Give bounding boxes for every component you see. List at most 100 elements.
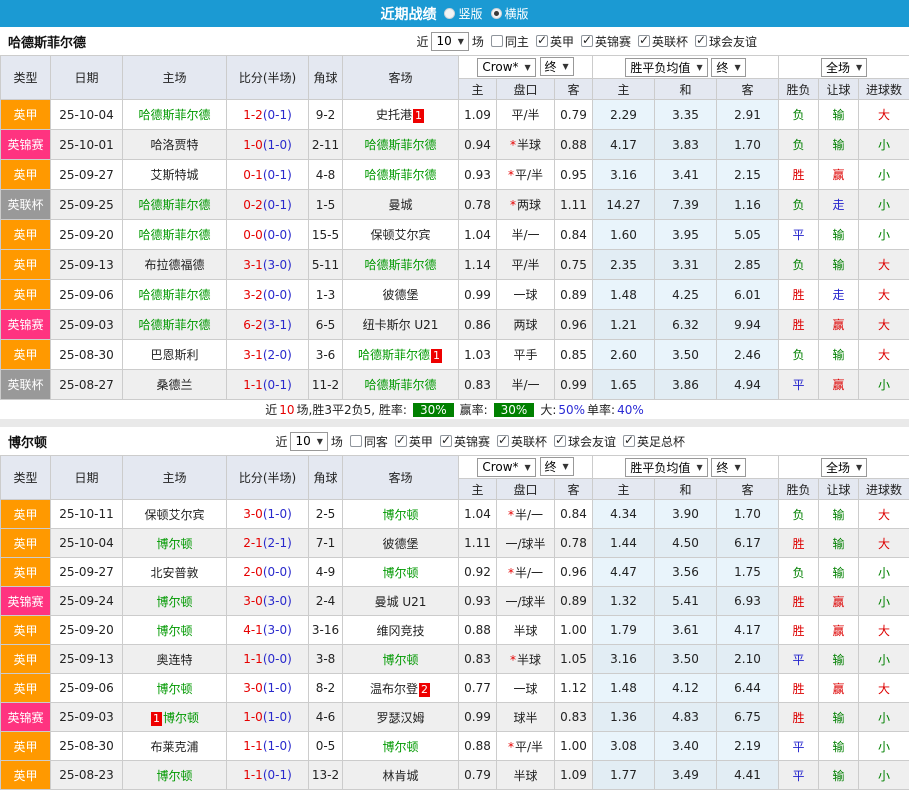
mean-away: 2.85 (717, 250, 779, 280)
full-score: 6-2 (243, 318, 263, 332)
league-checkbox-2[interactable]: 英联杯 (638, 33, 688, 50)
team-name: 巴恩斯利 (150, 348, 198, 362)
league-checkbox-1[interactable]: 英锦赛 (581, 33, 631, 50)
half-score: (0-1) (263, 378, 292, 392)
company-select[interactable]: Crow*▼ (477, 458, 535, 477)
mean-select[interactable]: 胜平负均值▼ (625, 458, 707, 477)
league-label: 英足总杯 (637, 433, 685, 450)
final-odds-select[interactable]: 终▼ (540, 57, 574, 76)
mean-away: 6.44 (717, 674, 779, 703)
filter-bar: 近10▼场同主英甲英锦赛英联杯球会友谊 (416, 32, 757, 51)
match-date: 25-10-04 (51, 529, 123, 558)
team-name: 桑德兰 (156, 378, 192, 392)
goals-result: 大 (859, 500, 909, 529)
mean-away: 6.01 (717, 280, 779, 310)
mean-select[interactable]: 胜平负均值▼ (625, 58, 707, 77)
league-checkbox-2[interactable]: 英联杯 (497, 433, 547, 450)
corner-score: 15-5 (309, 220, 343, 250)
league-checkbox-1[interactable]: 英锦赛 (440, 433, 490, 450)
odds-away: 0.88 (555, 130, 593, 160)
away-team: 博尔顿 (343, 500, 459, 529)
mean-away: 6.17 (717, 529, 779, 558)
league-checkbox-0[interactable]: 英甲 (536, 33, 574, 50)
star-icon: * (508, 740, 514, 754)
match-date: 25-09-20 (51, 616, 123, 645)
wdl-result: 负 (779, 100, 819, 130)
league-checkbox-3[interactable]: 球会友谊 (554, 433, 616, 450)
team-name: 史托港 (376, 108, 412, 122)
same-side-checkbox[interactable]: 同主 (491, 33, 529, 50)
corner-score: 2-4 (309, 587, 343, 616)
recent-count-select[interactable]: 10▼ (431, 32, 468, 51)
half-score: (3-0) (263, 594, 292, 608)
layout-radio-vertical[interactable]: 竖版 (444, 5, 482, 22)
team-name: 哈德斯菲尔德 (358, 348, 430, 362)
same-side-label: 同主 (505, 33, 529, 50)
star-icon: * (510, 138, 516, 152)
team-name: 艾斯特城 (150, 168, 198, 182)
home-team: 布莱克浦 (123, 732, 227, 761)
match-date: 25-09-13 (51, 250, 123, 280)
odds-away: 0.84 (555, 500, 593, 529)
checkbox-checked-icon (440, 435, 452, 447)
final-mean-select[interactable]: 终▼ (711, 58, 745, 77)
final-mean-select[interactable]: 终▼ (711, 458, 745, 477)
recent-count-select[interactable]: 10▼ (290, 432, 327, 451)
league-checkbox-3[interactable]: 球会友谊 (695, 33, 757, 50)
mean-away: 6.93 (717, 587, 779, 616)
recent-count-value: 10 (295, 434, 310, 448)
full-score: 0-1 (243, 168, 263, 182)
same-side-checkbox[interactable]: 同客 (350, 433, 388, 450)
scope-select[interactable]: 全场▼ (821, 458, 867, 477)
goals-result: 小 (859, 370, 909, 400)
away-team: 温布尔登2 (343, 674, 459, 703)
handicap-result: 输 (819, 220, 859, 250)
mean-draw: 4.25 (655, 280, 717, 310)
odds-home: 0.93 (459, 587, 497, 616)
league-label: 英联杯 (652, 33, 688, 50)
layout-radio-horizontal[interactable]: 横版 (491, 5, 529, 22)
team-name: 曼城 (388, 198, 412, 212)
team-name: 博尔顿 (156, 537, 192, 551)
odds-away: 0.75 (555, 250, 593, 280)
away-team: 曼城 U21 (343, 587, 459, 616)
mean-away: 1.75 (717, 558, 779, 587)
col-odds-away: 客 (555, 79, 593, 100)
odds-home: 0.88 (459, 616, 497, 645)
league-badge: 英锦赛 (1, 703, 51, 732)
final-odds-select[interactable]: 终▼ (540, 457, 574, 476)
team-name: 博尔顿 (156, 595, 192, 609)
goals-result: 大 (859, 674, 909, 703)
wdl-result: 负 (779, 558, 819, 587)
match-date: 25-09-13 (51, 645, 123, 674)
handicap-result: 输 (819, 100, 859, 130)
league-badge: 英甲 (1, 100, 51, 130)
league-checkbox-4[interactable]: 英足总杯 (623, 433, 685, 450)
results-table-bolton: 类型 日期 主场 比分(半场) 角球 客场 Crow*▼ 终▼ 胜平负均值▼ 终… (0, 455, 909, 790)
mean-home: 1.65 (593, 370, 655, 400)
odds-line: *半球 (497, 130, 555, 160)
col-odds-home: 主 (459, 79, 497, 100)
summary-text: 大: (540, 401, 556, 418)
col-mean-home: 主 (593, 479, 655, 500)
home-team: 哈洛贾特 (123, 130, 227, 160)
full-score: 1-1 (243, 378, 263, 392)
half-score: (1-0) (263, 507, 292, 521)
odds-home: 0.92 (459, 558, 497, 587)
mean-away: 6.75 (717, 703, 779, 732)
match-date: 25-09-24 (51, 587, 123, 616)
league-badge: 英锦赛 (1, 130, 51, 160)
home-team: 保顿艾尔宾 (123, 500, 227, 529)
odds-line: 一球 (497, 280, 555, 310)
odds-line: *半/一 (497, 500, 555, 529)
home-team: 桑德兰 (123, 370, 227, 400)
radio-label: 横版 (505, 5, 529, 22)
mean-draw: 3.90 (655, 500, 717, 529)
company-select[interactable]: Crow*▼ (477, 58, 535, 77)
col-wdl: 胜负 (779, 479, 819, 500)
league-checkbox-0[interactable]: 英甲 (395, 433, 433, 450)
full-score: 1-1 (243, 768, 263, 782)
corner-score: 4-6 (309, 703, 343, 732)
away-team: 保顿艾尔宾 (343, 220, 459, 250)
scope-select[interactable]: 全场▼ (821, 58, 867, 77)
